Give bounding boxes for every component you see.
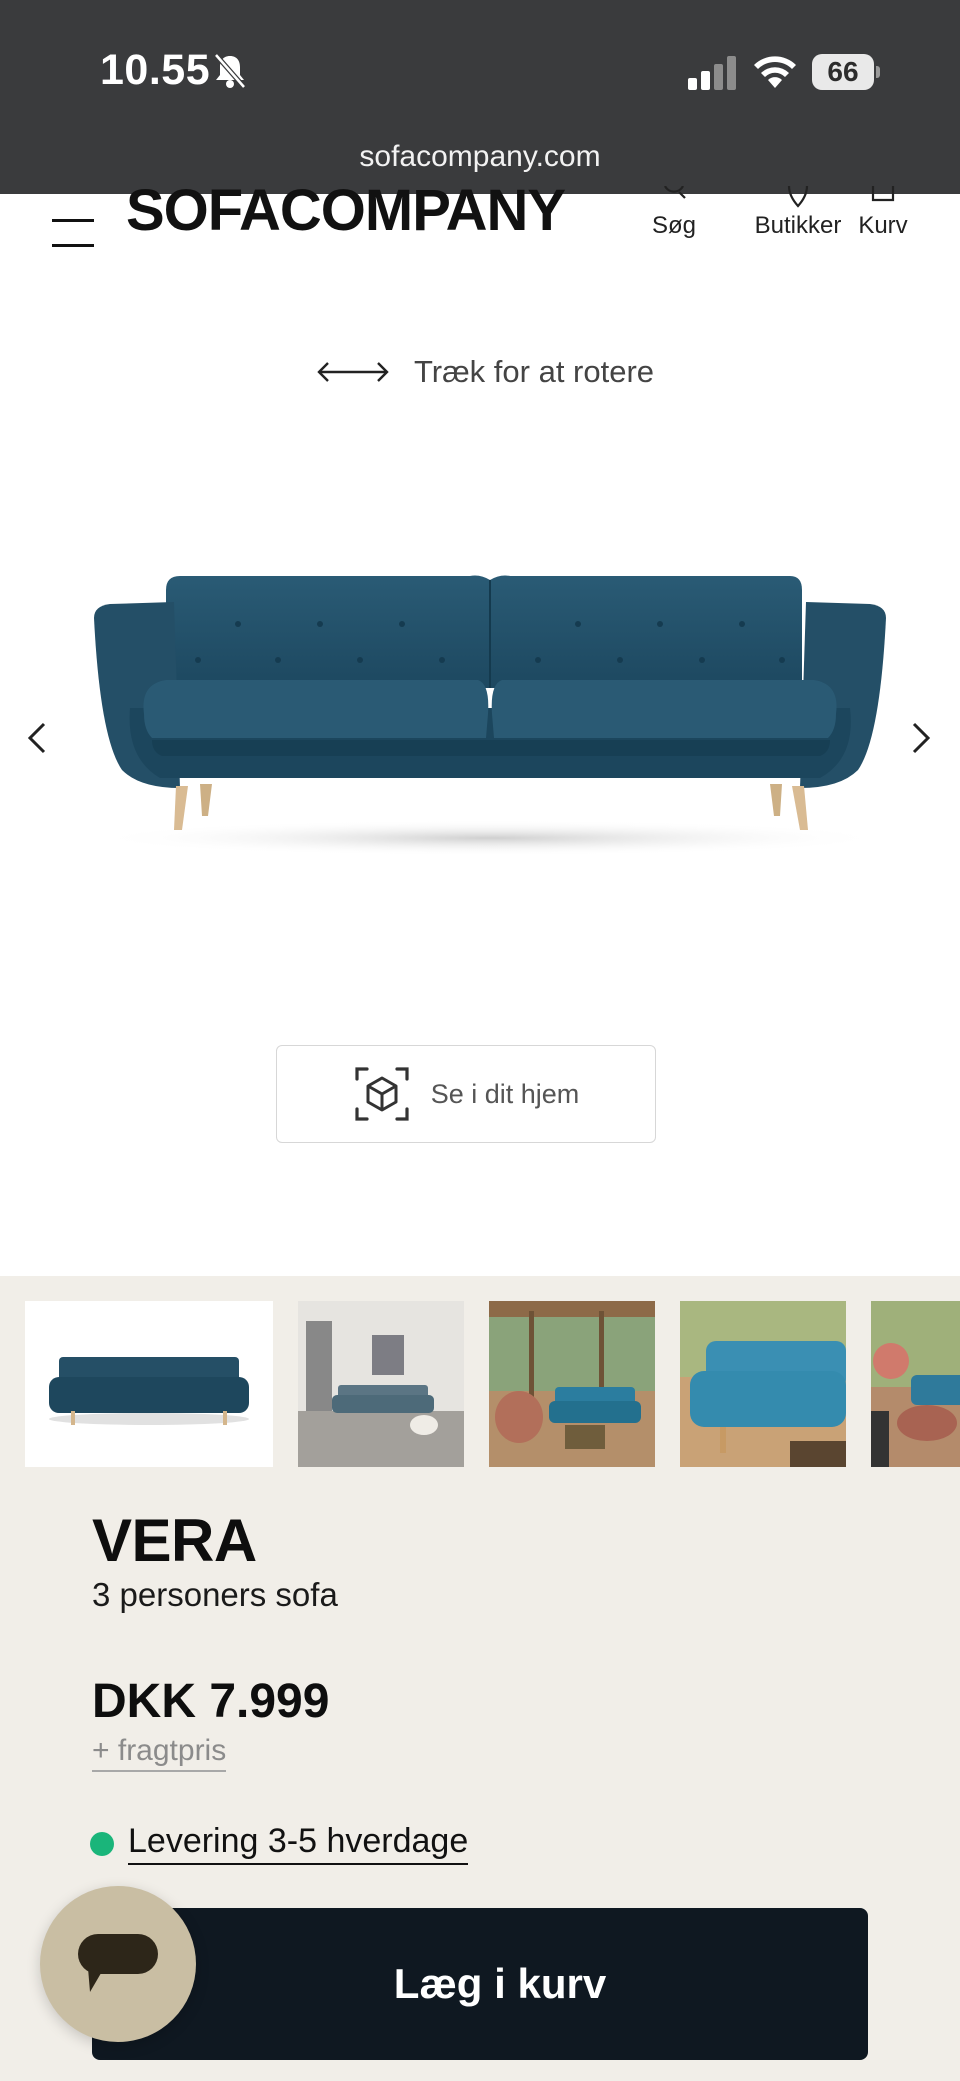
nav-cart[interactable]: Kurv <box>852 186 914 240</box>
view-in-home-label: Se i dit hjem <box>430 1078 580 1109</box>
location-pin-icon <box>787 186 809 208</box>
status-bar: 10.55 66 sofacompany.com <box>0 0 960 194</box>
chat-icon <box>78 1934 158 1992</box>
bag-icon <box>871 186 895 202</box>
rotate-arrows-icon <box>317 362 389 382</box>
ar-cube-icon <box>355 1067 409 1121</box>
signal-icon <box>688 56 736 90</box>
product-image-sofa[interactable] <box>70 548 910 858</box>
chat-button[interactable] <box>40 1886 196 2042</box>
delivery-info[interactable]: Levering 3-5 hverdage <box>90 1822 469 1865</box>
nav-cart-label: Kurv <box>858 212 908 239</box>
status-time: 10.55 <box>100 46 211 94</box>
nav-search[interactable]: Søg <box>648 186 700 240</box>
delivery-text: Levering 3-5 hverdage <box>128 1822 469 1865</box>
search-icon <box>664 186 686 199</box>
rotate-hint: Træk for at rotere <box>316 352 654 392</box>
address-bar-url[interactable]: sofacompany.com <box>0 140 960 174</box>
view-in-home-button[interactable]: Se i dit hjem <box>276 1045 656 1143</box>
battery-icon: 66 <box>812 54 880 90</box>
add-to-cart-label: Læg i kurv <box>393 1960 607 2007</box>
battery-level: 66 <box>812 54 874 90</box>
product-viewer[interactable]: Træk for at rotere Se i dit hjem <box>0 258 960 1276</box>
page: 10.55 66 sofacompany.com SOFACOMPANY Søg… <box>0 0 960 2081</box>
product-info: VERA 3 personers sofa DKK 7.999 + fragtp… <box>0 1476 960 2081</box>
thumbnail-5[interactable] <box>871 1301 960 1467</box>
site-logo[interactable]: SOFACOMPANY <box>126 182 566 240</box>
bell-slash-icon <box>214 53 246 89</box>
nav-stores[interactable]: Butikker <box>728 186 868 240</box>
site-header: SOFACOMPANY Søg Butikker Kurv <box>0 182 960 258</box>
add-to-cart-button[interactable]: Læg i kurv <box>92 1908 868 2060</box>
nav-search-label: Søg <box>651 212 696 239</box>
chevron-right-icon[interactable] <box>906 718 936 758</box>
rotate-hint-text: Træk for at rotere <box>414 354 655 389</box>
delivery-status-dot <box>90 1831 114 1856</box>
thumbnail-1[interactable] <box>25 1301 273 1467</box>
hamburger-icon[interactable] <box>52 208 94 247</box>
wifi-icon <box>754 56 796 88</box>
thumbnail-strip <box>0 1276 960 1476</box>
thumbnail-4[interactable] <box>680 1301 846 1467</box>
thumbnail-2[interactable] <box>298 1301 464 1467</box>
freight-link[interactable]: + fragtpris <box>92 1734 227 1772</box>
chevron-left-icon[interactable] <box>22 718 52 758</box>
thumbnail-3[interactable] <box>489 1301 655 1467</box>
product-subtitle: 3 personers sofa <box>92 1576 338 1613</box>
product-price: DKK 7.999 <box>92 1675 330 1728</box>
product-name: VERA <box>92 1507 257 1574</box>
nav-stores-label: Butikker <box>754 212 842 239</box>
